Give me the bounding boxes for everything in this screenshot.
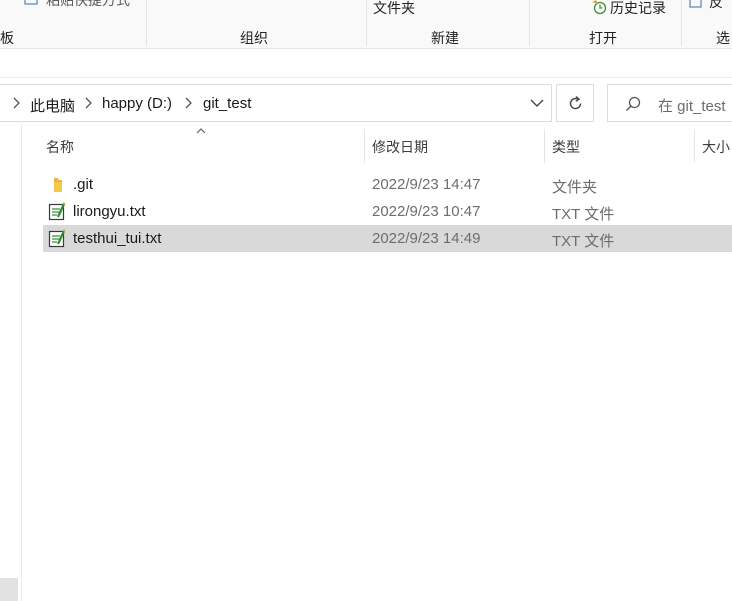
- paste-shortcut-label[interactable]: 粘贴快捷方式: [46, 0, 130, 10]
- chevron-right-icon[interactable]: [11, 96, 21, 110]
- column-divider[interactable]: [364, 129, 365, 163]
- new-folder-button[interactable]: 文件夹: [373, 0, 415, 18]
- column-divider[interactable]: [694, 129, 695, 163]
- file-date: 2022/9/23 14:47: [372, 176, 481, 193]
- history-button[interactable]: 历史记录: [610, 0, 666, 18]
- invert-selection-label[interactable]: 反: [709, 0, 723, 12]
- search-placeholder: 在 git_test: [658, 98, 726, 115]
- folder-icon: [54, 178, 62, 192]
- ribbon-separator: [366, 0, 367, 46]
- file-type: TXT 文件: [552, 206, 615, 223]
- history-icon[interactable]: [591, 0, 607, 15]
- breadcrumb-drive[interactable]: happy (D:): [102, 95, 172, 112]
- ribbon-group-clipboard: 占板: [0, 30, 14, 46]
- refresh-button[interactable]: [556, 84, 594, 122]
- ribbon-group-open: 打开: [589, 30, 617, 46]
- file-row[interactable]: .git 2022/9/23 14:47 文件夹: [43, 171, 732, 198]
- ribbon-separator: [681, 0, 682, 46]
- file-type: 文件夹: [552, 179, 598, 196]
- column-header-date[interactable]: 修改日期: [372, 137, 428, 157]
- ribbon-spacer: [0, 49, 732, 78]
- ribbon-group-new: 新建: [431, 30, 459, 46]
- file-name[interactable]: lirongyu.txt: [73, 203, 146, 220]
- column-divider[interactable]: [544, 129, 545, 163]
- ribbon: 粘贴快捷方式 占板 组织 文件夹 新建 历史记录 打开 反 选: [0, 0, 732, 48]
- file-row-selected[interactable]: testhui_tui.txt 2022/9/23 14:49 TXT 文件: [43, 225, 732, 252]
- ribbon-separator: [146, 0, 147, 46]
- ribbon-group-organize: 组织: [240, 30, 268, 46]
- file-name[interactable]: .git: [73, 176, 93, 193]
- column-header-size[interactable]: 大小: [702, 137, 730, 157]
- breadcrumb-this-pc[interactable]: 此电脑: [30, 95, 75, 116]
- nav-scrollbar[interactable]: [0, 578, 18, 601]
- refresh-icon: [569, 95, 582, 110]
- file-type: TXT 文件: [552, 233, 615, 250]
- ribbon-separator: [529, 0, 530, 46]
- file-date: 2022/9/23 14:49: [372, 230, 481, 247]
- text-file-icon: [48, 229, 66, 248]
- column-header-name[interactable]: 名称: [46, 137, 74, 157]
- navigation-pane[interactable]: [0, 124, 22, 601]
- search-input[interactable]: 在 git_test: [607, 84, 732, 122]
- file-row[interactable]: lirongyu.txt 2022/9/23 10:47 TXT 文件: [43, 198, 732, 225]
- column-header-type[interactable]: 类型: [552, 137, 580, 157]
- file-name[interactable]: testhui_tui.txt: [73, 230, 161, 247]
- breadcrumb-folder[interactable]: git_test: [203, 95, 251, 112]
- sort-ascending-icon: [196, 128, 206, 134]
- invert-selection-icon[interactable]: [689, 0, 703, 9]
- chevron-right-icon[interactable]: [183, 96, 193, 110]
- chevron-right-icon[interactable]: [83, 96, 93, 110]
- ribbon-group-select: 选: [716, 30, 730, 46]
- search-icon: [626, 96, 641, 111]
- file-date: 2022/9/23 10:47: [372, 203, 481, 220]
- text-file-icon: [48, 202, 66, 221]
- address-bar[interactable]: 此电脑 happy (D:) git_test: [0, 84, 552, 122]
- paste-shortcut-icon[interactable]: [24, 0, 40, 5]
- chevron-down-icon[interactable]: [530, 97, 544, 109]
